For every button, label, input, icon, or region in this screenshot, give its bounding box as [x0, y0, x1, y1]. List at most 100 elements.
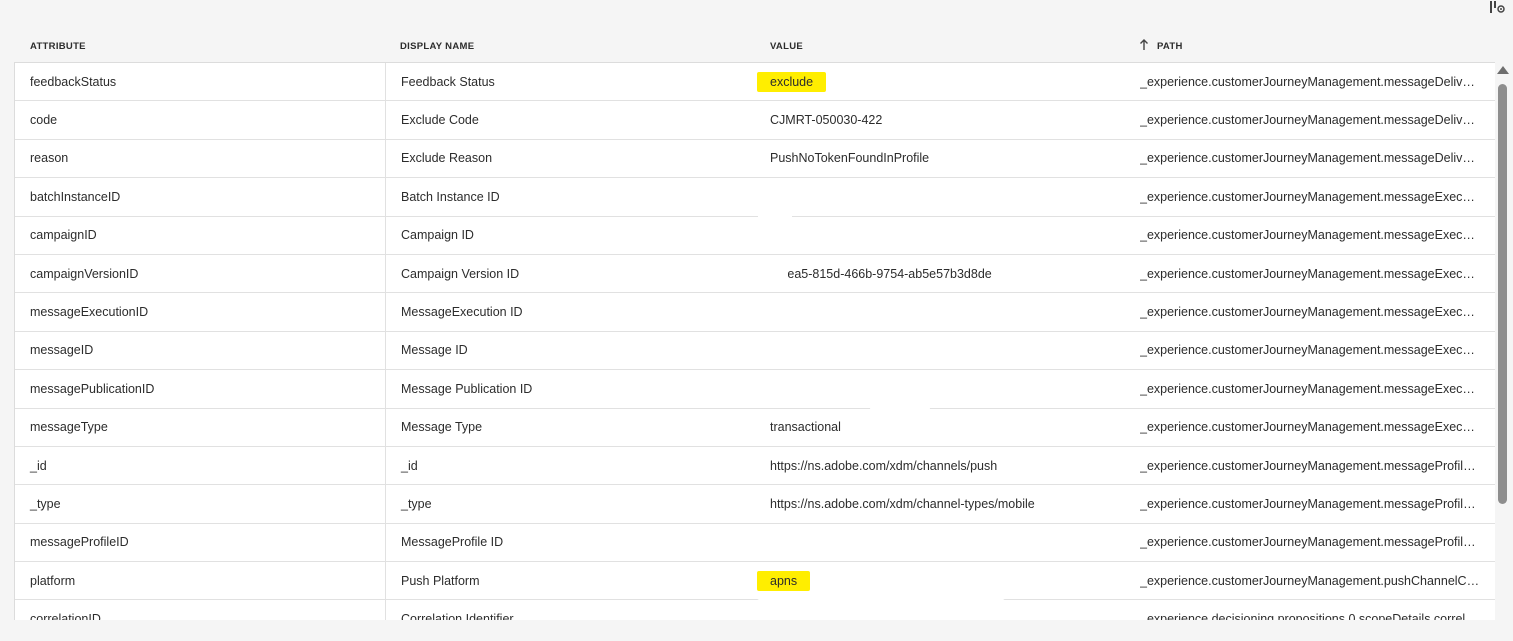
table-row[interactable]: reason Exclude Reason PushNoTokenFoundInPr… — [15, 139, 1495, 179]
column-header-path[interactable]: PATH — [1157, 41, 1183, 52]
value-cell — [755, 217, 1125, 254]
path-text: _experience.customerJourneyManagement.me… — [1140, 228, 1480, 243]
value-cell: apns — [755, 562, 1125, 599]
column-header-display-name[interactable]: DISPLAY NAME — [400, 41, 474, 52]
display-name-cell: Message ID — [385, 331, 755, 370]
value-cell: CJMRT-050030-422 — [755, 101, 1125, 138]
table-row[interactable]: messageType Message Type transactional _exp… — [15, 408, 1495, 447]
path-text: _experience.customerJourneyManagement.me… — [1140, 266, 1480, 281]
table-row[interactable]: messageID Message ID _experience.customerJ… — [15, 331, 1495, 371]
value-text: https://ns.adobe.com/xdm/channels/push — [770, 458, 998, 473]
path-cell: _experience.customerJourneyManagement.me… — [1125, 332, 1490, 369]
value-cell: 3f2ea5-815d-466b-9754-ab5e57b3d8de — [755, 255, 1125, 292]
value-text: https://ns.adobe.com/xdm/channel-types/m… — [770, 496, 1035, 511]
path-text: _experience.customerJourneyManagement.pu… — [1140, 573, 1480, 588]
display-name-cell: Push Platform — [385, 562, 755, 600]
path-cell: _experience.customerJourneyManagement.me… — [1125, 370, 1490, 407]
display-name-cell: Message Type — [385, 408, 755, 446]
path-cell: _experience.customerJourneyManagement.me… — [1125, 217, 1490, 254]
table-row[interactable]: feedbackStatus Feedback Status exclude _exp… — [15, 63, 1495, 102]
display-name-cell: Message Publication ID — [385, 370, 755, 408]
redaction-mark — [758, 206, 792, 232]
column-settings-icon[interactable] — [1489, 0, 1507, 14]
bottom-bar — [0, 620, 1513, 641]
attribute-cell: platform — [30, 573, 76, 588]
display-name-cell: Exclude Code — [385, 101, 755, 139]
value-cell: https://ns.adobe.com/xdm/channels/push — [755, 447, 1125, 484]
path-cell: _experience.customerJourneyManagement.me… — [1125, 101, 1490, 138]
path-text: _experience.customerJourneyManagement.me… — [1140, 420, 1480, 435]
table-row[interactable]: messageProfileID MessageProfile ID _experi… — [15, 523, 1495, 563]
attribute-cell: messagePublicationID — [30, 381, 155, 396]
path-cell: _experience.customerJourneyManagement.me… — [1125, 485, 1490, 522]
column-header-attribute[interactable]: ATTRIBUTE — [30, 41, 86, 52]
attribute-cell: reason — [30, 151, 69, 166]
path-cell: _experience.customerJourneyManagement.me… — [1125, 178, 1490, 215]
column-header-value[interactable]: VALUE — [770, 41, 803, 52]
attribute-cell: _type — [30, 496, 61, 511]
table-row[interactable]: _id _id https://ns.adobe.com/xdm/channels/… — [15, 446, 1495, 486]
table-row[interactable]: batchInstanceID Batch Instance ID _experie… — [15, 178, 1495, 217]
table-row[interactable]: _type _type https://ns.adobe.com/xdm/chann… — [15, 485, 1495, 524]
vertical-scrollbar[interactable] — [1496, 66, 1510, 620]
path-cell: _experience.customerJourneyManagement.me… — [1125, 140, 1490, 177]
value-cell — [755, 178, 1125, 215]
path-text: _experience.customerJourneyManagement.me… — [1140, 458, 1480, 473]
path-text: _experience.customerJourneyManagement.me… — [1140, 305, 1480, 320]
path-cell: _experience.decisioning.propositions.0.s… — [1125, 600, 1490, 621]
value-text: CJMRT-050030-422 — [770, 113, 883, 128]
attribute-cell: correlationID — [30, 612, 101, 621]
value-cell: transactional — [755, 409, 1125, 446]
value-cell: exclude — [755, 63, 1125, 100]
path-cell: _experience.customerJourneyManagement.me… — [1125, 409, 1490, 446]
attribute-cell: _id — [30, 458, 47, 473]
path-text: _experience.customerJourneyManagement.me… — [1140, 343, 1480, 358]
attribute-cell: messageID — [30, 343, 94, 358]
table-row[interactable]: platform Push Platform apns _experience.cus… — [15, 562, 1495, 601]
attribute-cell: campaignID — [30, 228, 97, 243]
display-name-cell: Batch Instance ID — [385, 178, 755, 216]
value-cell — [755, 370, 1125, 407]
display-name-cell: Exclude Reason — [385, 139, 755, 178]
path-cell: _experience.customerJourneyManagement.pu… — [1125, 562, 1490, 599]
table-header: ATTRIBUTE DISPLAY NAME VALUE PATH — [15, 28, 1495, 62]
display-name-cell: Feedback Status — [385, 63, 755, 101]
path-text: _experience.customerJourneyManagement.me… — [1140, 381, 1480, 396]
value-text: PushNoTokenFoundInProfile — [770, 151, 930, 166]
display-name-cell: _id — [385, 446, 755, 485]
attribute-cell: messageExecutionID — [30, 305, 149, 320]
table-row[interactable]: campaignID Campaign ID _experience.custome… — [15, 216, 1495, 255]
attribute-cell: messageType — [30, 420, 108, 435]
redaction-mark — [870, 404, 930, 412]
path-cell: _experience.customerJourneyManagement.me… — [1125, 524, 1490, 561]
scroll-up-icon[interactable] — [1497, 66, 1509, 74]
path-text: _experience.customerJourneyManagement.me… — [1140, 496, 1480, 511]
value-cell — [755, 293, 1125, 330]
value-text: 3f2ea5-815d-466b-9754-ab5e57b3d8de — [770, 266, 992, 281]
display-name-cell: MessageExecution ID — [385, 293, 755, 331]
display-name-cell: Campaign Version ID — [385, 254, 755, 293]
attribute-cell: feedbackStatus — [30, 74, 117, 89]
path-cell: _experience.customerJourneyManagement.me… — [1125, 63, 1490, 100]
redaction-mark — [770, 262, 788, 284]
attribute-cell: code — [30, 113, 58, 128]
table-row[interactable]: messagePublicationID Message Publication … — [15, 370, 1495, 409]
path-text: _experience.customerJourneyManagement.me… — [1140, 535, 1480, 550]
attributes-table: feedbackStatus Feedback Status exclude _exp… — [14, 62, 1495, 621]
value-text: transactional — [770, 420, 841, 435]
value-text: apns — [757, 570, 811, 591]
value-cell — [755, 332, 1125, 369]
display-name-cell: MessageProfile ID — [385, 523, 755, 562]
table-row[interactable]: messageExecutionID MessageExecution ID _ex… — [15, 293, 1495, 332]
value-cell: https://ns.adobe.com/xdm/channel-types/m… — [755, 485, 1125, 522]
table-row[interactable]: code Exclude Code CJMRT-050030-422 _experie… — [15, 101, 1495, 140]
path-text: _experience.customerJourneyManagement.me… — [1140, 151, 1480, 166]
table-row[interactable]: campaignVersionID Campaign Version ID 3f2e… — [15, 254, 1495, 294]
path-text: _experience.customerJourneyManagement.me… — [1140, 113, 1480, 128]
scroll-thumb[interactable] — [1498, 84, 1507, 504]
display-name-cell: _type — [385, 485, 755, 523]
attribute-cell: messageProfileID — [30, 535, 129, 550]
arrow-up-icon[interactable] — [1139, 39, 1149, 51]
path-text: _experience.customerJourneyManagement.me… — [1140, 189, 1480, 204]
path-cell: _experience.customerJourneyManagement.me… — [1125, 255, 1490, 292]
